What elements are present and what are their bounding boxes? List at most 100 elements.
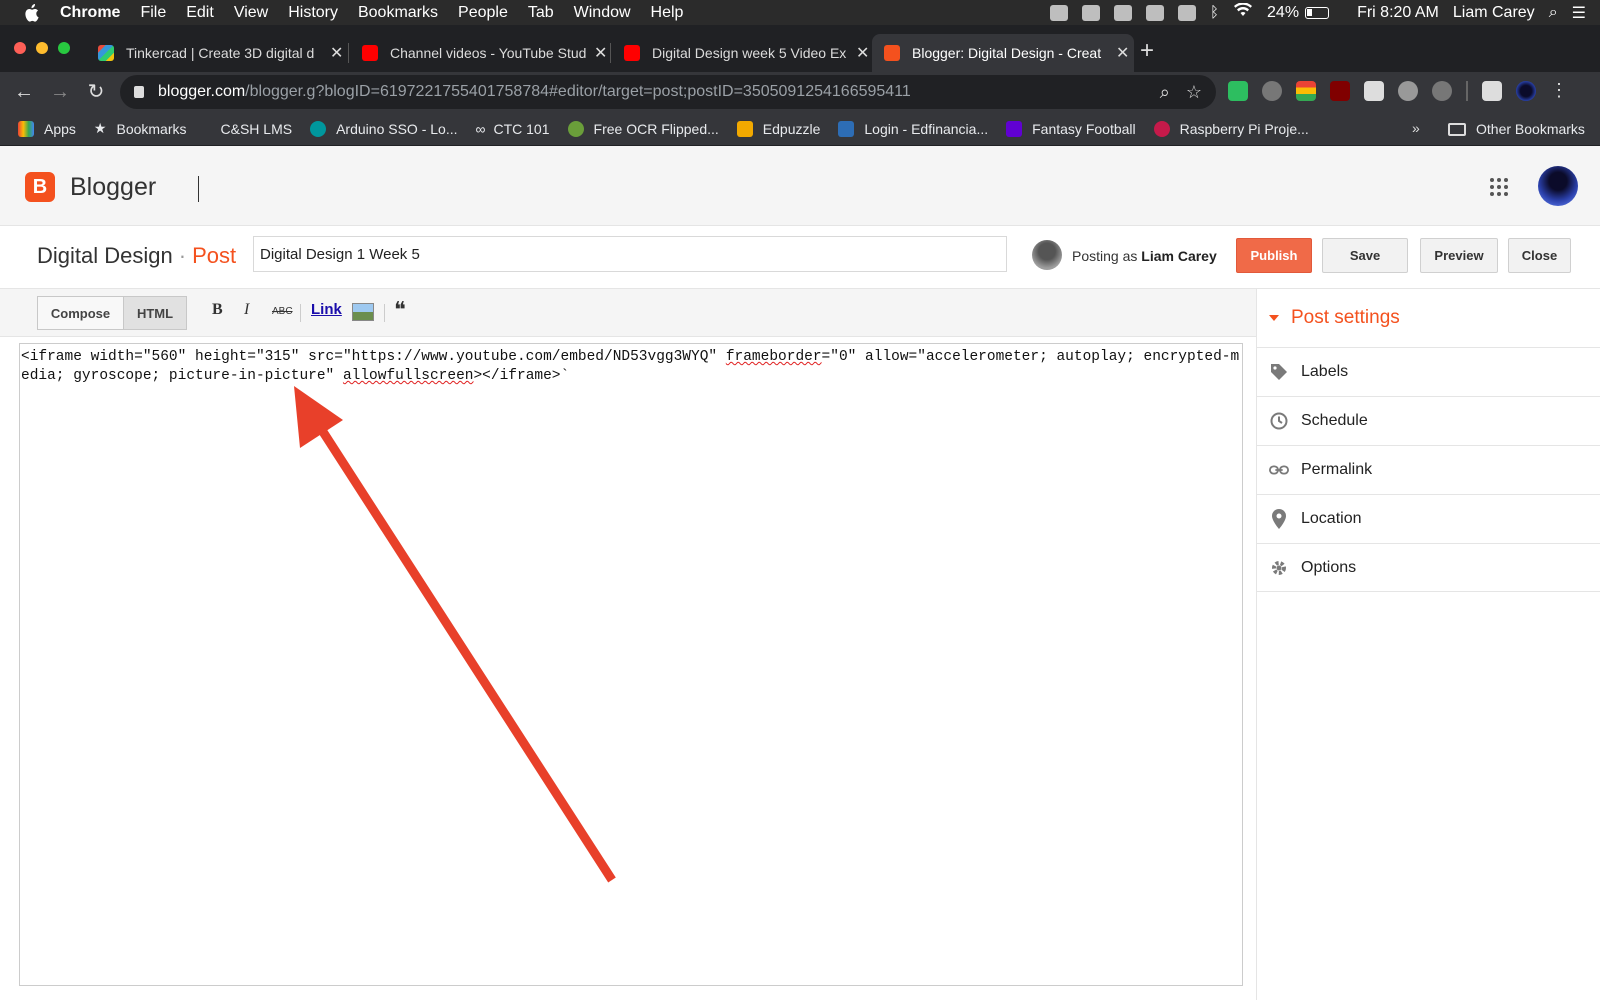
- menu-edit[interactable]: Edit: [186, 4, 214, 22]
- menu-history[interactable]: History: [288, 4, 338, 22]
- close-tab-icon[interactable]: ✕: [1116, 43, 1129, 63]
- forward-icon[interactable]: →: [48, 80, 72, 104]
- tab-tinkercad[interactable]: Tinkercad | Create 3D digital d ✕: [86, 34, 348, 72]
- link-button[interactable]: Link: [311, 301, 342, 318]
- html-mode-button[interactable]: HTML: [123, 296, 187, 330]
- sidebar-item-label: Labels: [1301, 363, 1349, 380]
- blogger-logo-icon[interactable]: B: [25, 172, 55, 202]
- post-title-input[interactable]: [253, 236, 1007, 272]
- menu-view[interactable]: View: [234, 4, 268, 22]
- download-arrow-icon[interactable]: [1432, 80, 1452, 101]
- google-apps-icon[interactable]: [1490, 178, 1508, 196]
- current-user[interactable]: Liam Carey: [1453, 4, 1535, 22]
- strikethrough-button[interactable]: ABC: [272, 306, 293, 317]
- bookmark-star-icon[interactable]: ☆: [1186, 82, 1202, 103]
- bookmark-edfinancial[interactable]: Login - Edfinancia...: [838, 120, 988, 137]
- address-bar[interactable]: blogger.com /blogger.g?blogID=6197221755…: [120, 75, 1216, 109]
- bookmark-apps[interactable]: Apps: [18, 120, 76, 137]
- malwarebytes-icon[interactable]: [1114, 4, 1133, 21]
- battery-icon[interactable]: [1305, 6, 1330, 19]
- menu-window[interactable]: Window: [574, 4, 631, 22]
- chrome-menu-icon[interactable]: ⋮: [1550, 80, 1568, 101]
- italic-button[interactable]: I: [244, 301, 249, 319]
- tab-youtube-studio[interactable]: Channel videos - YouTube Stud ✕: [350, 34, 612, 72]
- infinity-icon: ∞: [475, 120, 486, 137]
- menu-bookmarks[interactable]: Bookmarks: [358, 4, 438, 22]
- back-icon[interactable]: ←: [12, 80, 36, 104]
- other-bookmarks[interactable]: Other Bookmarks: [1448, 112, 1585, 146]
- menu-help[interactable]: Help: [651, 4, 684, 22]
- title-separator: ·: [178, 243, 187, 268]
- sidebar-item-labels[interactable]: Labels: [1257, 347, 1600, 396]
- sidebar-item-schedule[interactable]: Schedule: [1257, 396, 1600, 445]
- screenshot-extension-icon[interactable]: [1364, 80, 1384, 101]
- macos-menu-bar: Chrome File Edit View History Bookmarks …: [0, 0, 1600, 25]
- bookmark-fantasy-football[interactable]: Fantasy Football: [1006, 120, 1136, 137]
- reading-list-icon[interactable]: [1482, 80, 1502, 101]
- menu-tab[interactable]: Tab: [528, 4, 554, 22]
- save-button[interactable]: Save: [1322, 238, 1408, 273]
- wifi-icon[interactable]: [1233, 2, 1253, 22]
- apple-icon[interactable]: [22, 3, 40, 22]
- notification-center-icon[interactable]: ☰: [1572, 3, 1586, 23]
- blogger-header: B Blogger: [0, 146, 1600, 226]
- tab-blogger[interactable]: Blogger: Digital Design - Creat ✕: [872, 34, 1134, 72]
- zoom-window-button[interactable]: [58, 42, 70, 54]
- bookmark-free-ocr[interactable]: Free OCR Flipped...: [567, 120, 719, 137]
- blog-name[interactable]: Digital Design: [37, 243, 173, 268]
- bookmark-edpuzzle[interactable]: Edpuzzle: [736, 120, 820, 137]
- creative-cloud-icon[interactable]: [1050, 4, 1069, 21]
- menu-file[interactable]: File: [140, 4, 166, 22]
- reload-icon[interactable]: ↻: [84, 80, 108, 104]
- sidebar-item-permalink[interactable]: Permalink: [1257, 445, 1600, 494]
- download-extension-icon[interactable]: [1262, 80, 1282, 101]
- post-settings-header[interactable]: Post settings: [1269, 307, 1400, 329]
- preview-button[interactable]: Preview: [1420, 238, 1498, 273]
- html-editor[interactable]: <iframe width="560" height="315" src="ht…: [19, 343, 1243, 986]
- clock[interactable]: Fri 8:20 AM: [1357, 4, 1439, 22]
- quote-icon[interactable]: ❝: [394, 297, 406, 323]
- bookmark-csh-lms[interactable]: C&SH LMS: [221, 121, 293, 137]
- extension-icon[interactable]: [1398, 80, 1418, 101]
- close-window-button[interactable]: [14, 42, 26, 54]
- close-tab-icon[interactable]: ✕: [594, 43, 607, 63]
- spotlight-icon[interactable]: ⌕: [1549, 4, 1558, 22]
- publish-button[interactable]: Publish: [1236, 238, 1312, 273]
- status-app-icon[interactable]: [1082, 4, 1101, 21]
- bookmark-bookmarks[interactable]: ★ Bookmarks: [94, 120, 187, 137]
- menu-people[interactable]: People: [458, 4, 508, 22]
- zoom-icon[interactable]: ⌕: [1160, 82, 1170, 103]
- insert-image-icon[interactable]: [352, 303, 374, 321]
- account-avatar[interactable]: [1538, 166, 1578, 206]
- bookmark-label: CTC 101: [493, 120, 550, 137]
- more-bookmarks-button[interactable]: »: [1412, 120, 1420, 136]
- compose-mode-button[interactable]: Compose: [37, 296, 124, 330]
- close-tab-icon[interactable]: ✕: [330, 43, 343, 63]
- menu-app-name[interactable]: Chrome: [60, 4, 120, 22]
- new-tab-button[interactable]: +: [1140, 39, 1154, 63]
- html-source-code[interactable]: <iframe width="560" height="315" src="ht…: [21, 348, 1241, 386]
- profile-avatar[interactable]: [1516, 80, 1536, 101]
- google-extension-icon[interactable]: [1296, 80, 1316, 101]
- battery-percent: 24%: [1267, 3, 1300, 21]
- minimize-window-button[interactable]: [36, 42, 48, 54]
- ublock-extension-icon[interactable]: [1330, 80, 1350, 101]
- bookmark-raspberry-pi[interactable]: Raspberry Pi Proje...: [1153, 120, 1309, 137]
- sidebar-item-options[interactable]: Options: [1257, 543, 1600, 592]
- bluetooth-icon[interactable]: ᛒ: [1210, 4, 1219, 21]
- close-button[interactable]: Close: [1508, 238, 1571, 273]
- bookmark-ctc101[interactable]: ∞ CTC 101: [476, 121, 550, 137]
- close-tab-icon[interactable]: ✕: [856, 43, 869, 63]
- browser-toolbar: ← → ↻ blogger.com /blogger.g?blogID=6197…: [0, 72, 1600, 112]
- bookmark-label: Bookmarks: [116, 120, 187, 137]
- airplay-icon[interactable]: [1178, 4, 1197, 21]
- bookmark-arduino[interactable]: Arduino SSO - Lo...: [310, 120, 458, 137]
- sidebar-item-location[interactable]: Location: [1257, 494, 1600, 543]
- tab-video-embed[interactable]: Digital Design week 5 Video Ex ✕: [612, 34, 874, 72]
- blogger-brand[interactable]: Blogger: [70, 173, 156, 202]
- other-bookmarks-label: Other Bookmarks: [1476, 121, 1585, 137]
- lock-icon[interactable]: [134, 86, 144, 98]
- evernote-extension-icon[interactable]: [1228, 80, 1248, 101]
- evernote-icon[interactable]: [1146, 4, 1165, 21]
- bold-button[interactable]: B: [212, 301, 223, 319]
